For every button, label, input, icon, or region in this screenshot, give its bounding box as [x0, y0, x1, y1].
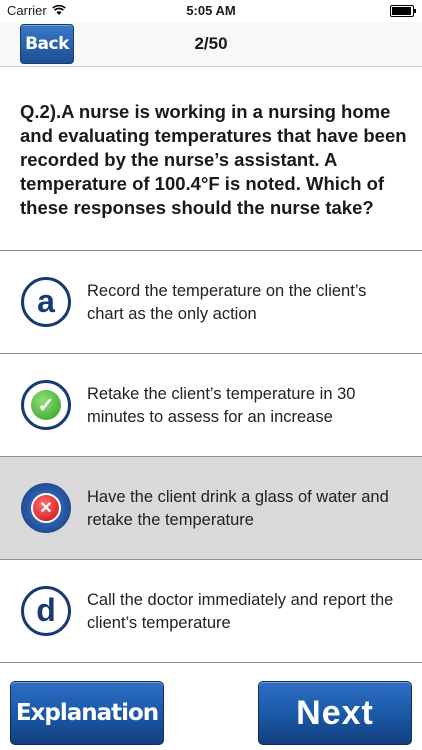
- option-d[interactable]: d Call the doctor immediately and report…: [0, 560, 422, 662]
- x-icon: ✕: [21, 483, 71, 533]
- option-letter: d: [36, 591, 56, 628]
- status-time: 5:05 AM: [186, 3, 236, 18]
- x-mark: ✕: [31, 493, 61, 523]
- letter-d-icon: d: [21, 586, 71, 636]
- option-c[interactable]: ✕ Have the client drink a glass of water…: [0, 457, 422, 559]
- battery-icon: [390, 5, 416, 17]
- check-icon: ✓: [21, 380, 71, 430]
- option-text: Have the client drink a glass of water a…: [87, 488, 389, 529]
- option-text: Retake the client’s temperature in 30 mi…: [87, 385, 356, 426]
- option-b[interactable]: ✓ Retake the client’s temperature in 30 …: [0, 354, 422, 456]
- question-counter: 2/50: [194, 34, 228, 53]
- option-a[interactable]: a Record the temperature on the client’s…: [0, 251, 422, 353]
- divider: [0, 662, 422, 663]
- option-letter: a: [37, 282, 55, 319]
- next-button[interactable]: Next: [258, 681, 412, 745]
- nav-bar: Back 2/50: [0, 22, 422, 67]
- question-text: Q.2).A nurse is working in a nursing hom…: [20, 101, 407, 218]
- check-mark: ✓: [31, 390, 61, 420]
- option-text: Record the temperature on the client’s c…: [87, 282, 367, 323]
- letter-a-icon: a: [21, 277, 71, 327]
- explanation-button[interactable]: Explanation: [10, 681, 164, 745]
- option-text: Call the doctor immediately and report t…: [87, 591, 394, 632]
- status-bar: Carrier 5:05 AM: [0, 0, 422, 22]
